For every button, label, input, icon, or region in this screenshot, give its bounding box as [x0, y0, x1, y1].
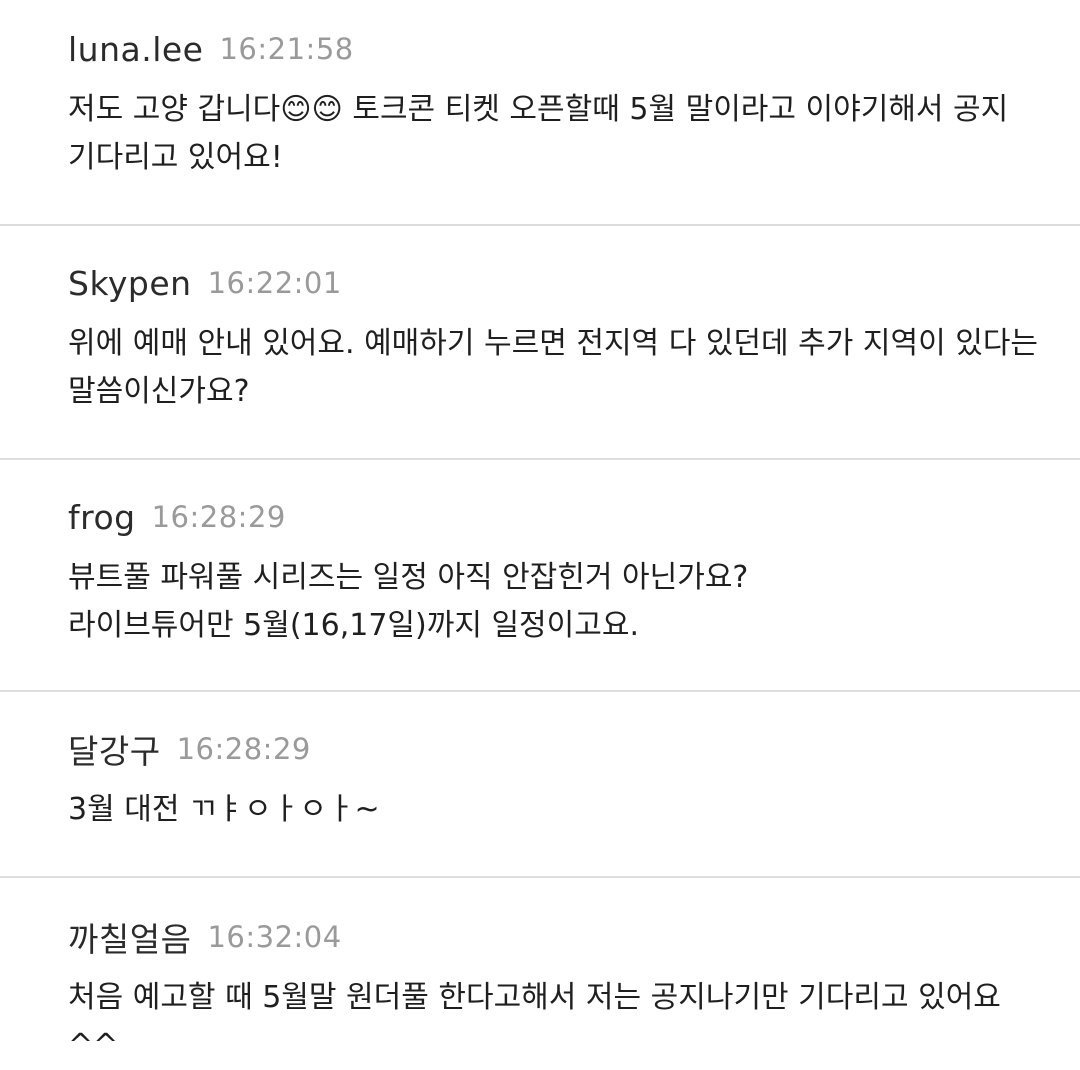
comment-header: Skypen 16:22:01	[68, 258, 342, 308]
comment-item[interactable]: 달강구 16:28:29 3월 대전 ㄲㅑㅇㅏㅇㅏ~	[0, 724, 1080, 876]
comment-item[interactable]: Skypen 16:22:01 위에 예매 안내 있어요. 예매하기 누르면 전…	[0, 258, 1080, 458]
comment-text: 위에 예매 안내 있어요. 예매하기 누르면 전지역 다 있던데 추가 지역이 …	[68, 326, 1048, 409]
comment-time: 16:32:04	[207, 920, 342, 954]
comment-text: 뷰트풀 파워풀 시리즈는 일정 아직 안잡힌거 아닌가요? 라이브튜어만 5월(…	[68, 560, 749, 643]
comment-time: 16:21:58	[219, 32, 354, 66]
comment-time: 16:28:29	[176, 732, 311, 766]
author-name[interactable]: 달강구	[68, 725, 161, 773]
divider	[0, 690, 1080, 692]
comment-header: 달강구 16:28:29	[68, 724, 311, 774]
comment-header: luna.lee 16:21:58	[68, 24, 354, 74]
author-name[interactable]: luna.lee	[68, 30, 203, 69]
comment-text: 저도 고양 갑니다😊😊 토크콘 티켓 오픈할때 5월 말이라고 이야기해서 공지…	[68, 92, 1018, 175]
comment-time: 16:28:29	[151, 500, 286, 534]
author-name[interactable]: Skypen	[68, 264, 192, 303]
comment-text: 3월 대전 ㄲㅑㅇㅏㅇㅏ~	[68, 792, 380, 827]
comment-item[interactable]: luna.lee 16:21:58 저도 고양 갑니다😊😊 토크콘 티켓 오픈할…	[0, 24, 1080, 224]
author-name[interactable]: frog	[68, 498, 136, 537]
comment-header: 까칠얼음 16:32:04	[68, 912, 342, 962]
comment-text: 처음 예고할 때 5월말 원더풀 한다고해서 저는 공지나기만 기다리고 있어요…	[68, 980, 1001, 1063]
divider	[0, 876, 1080, 878]
comment-item[interactable]: frog 16:28:29 뷰트풀 파워풀 시리즈는 일정 아직 안잡힌거 아닌…	[0, 492, 1080, 690]
divider	[0, 458, 1080, 460]
comment-list: luna.lee 16:21:58 저도 고양 갑니다😊😊 토크콘 티켓 오픈할…	[0, 0, 1080, 1063]
comment-time: 16:22:01	[207, 266, 342, 300]
author-name[interactable]: 까칠얼음	[68, 913, 191, 961]
comment-header: frog 16:28:29	[68, 492, 286, 542]
comment-item[interactable]: 까칠얼음 16:32:04 처음 예고할 때 5월말 원더풀 한다고해서 저는 …	[0, 912, 1080, 1063]
divider	[0, 224, 1080, 226]
